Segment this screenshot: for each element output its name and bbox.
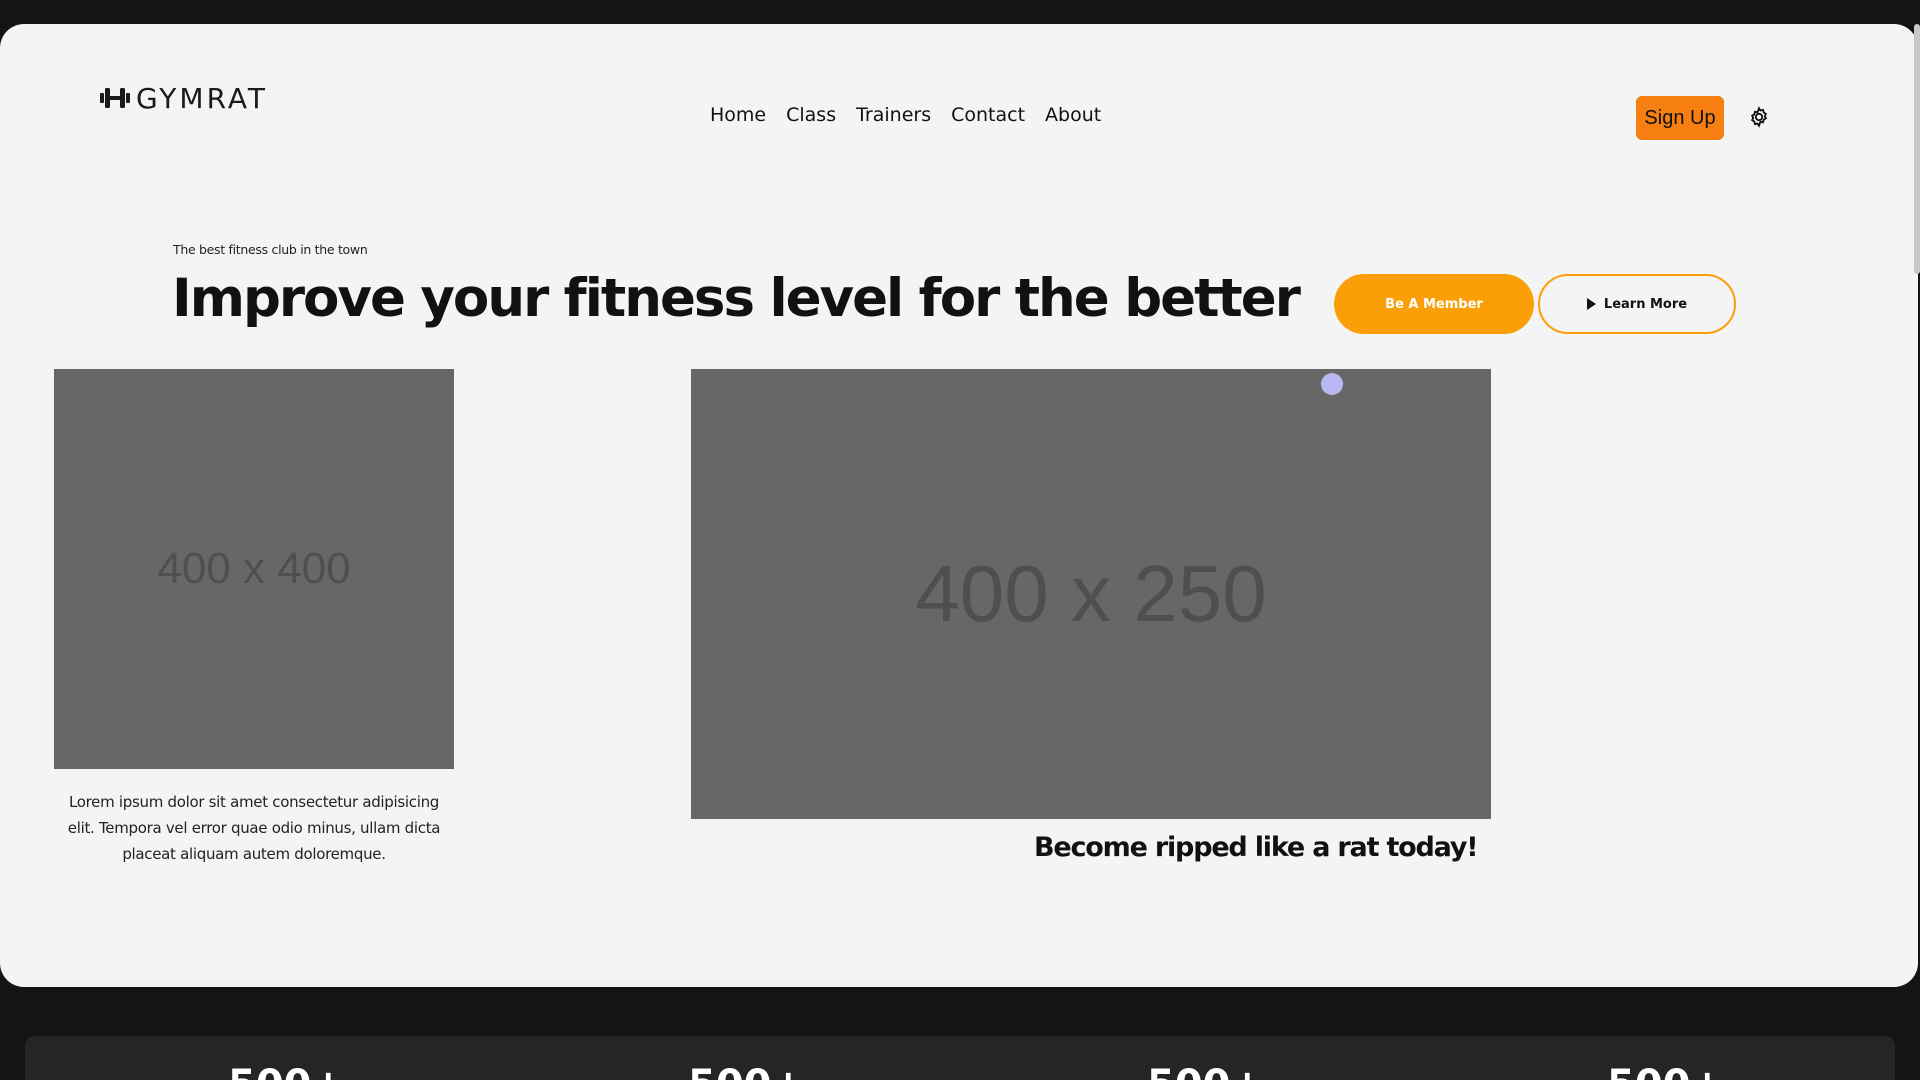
nav-contact[interactable]: Contact (951, 104, 1025, 126)
main-card: GYMRAT Home Class Trainers Contact About… (0, 24, 1918, 987)
logo-text: GYMRAT (136, 81, 268, 115)
body-text: Lorem ipsum dolor sit amet consectetur a… (67, 793, 441, 863)
be-a-member-button[interactable]: Be A Member (1334, 274, 1534, 334)
placeholder-label: 400 x 250 (915, 549, 1267, 638)
signup-button[interactable]: Sign Up (1636, 96, 1724, 140)
stats-strip: 500+ 500+ 500+ 500+ (25, 1036, 1895, 1080)
nav-home[interactable]: Home (710, 104, 766, 126)
main-nav: Home Class Trainers Contact About (710, 104, 1101, 126)
stat-value: 500+ (688, 1062, 805, 1080)
nav-about[interactable]: About (1045, 104, 1101, 126)
dumbbell-icon (100, 88, 130, 108)
stat-value: 500+ (1607, 1062, 1724, 1080)
callout-heading: Become ripped like a rat today! (1034, 832, 1479, 863)
image-placeholder-large: 400 x 250 (691, 369, 1491, 819)
cursor-dot (1321, 373, 1343, 395)
image-placeholder-small: 400 x 400 (54, 369, 454, 769)
hero-headline: Improve your fitness level for the bette… (172, 268, 1301, 329)
nav-class[interactable]: Class (786, 104, 836, 126)
learn-more-label: Learn More (1603, 296, 1688, 312)
gear-icon[interactable] (1748, 106, 1770, 128)
tagline: The best fitness club in the town (173, 242, 368, 257)
play-icon (1586, 298, 1596, 310)
scrollbar[interactable] (1914, 24, 1920, 274)
stat-value: 500+ (1147, 1062, 1264, 1080)
nav-trainers[interactable]: Trainers (856, 104, 931, 126)
learn-more-button[interactable]: Learn More (1538, 274, 1736, 334)
stat-value: 500+ (228, 1062, 345, 1080)
placeholder-label: 400 x 400 (157, 544, 351, 593)
logo[interactable]: GYMRAT (100, 80, 268, 116)
